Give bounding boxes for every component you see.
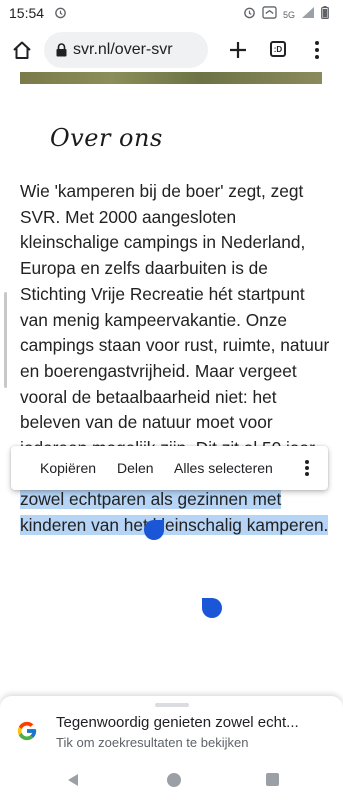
system-nav-bar: [0, 760, 343, 800]
alarm-icon: [54, 6, 67, 24]
search-query-text: Tegenwoordig genieten zowel echt...: [56, 714, 299, 731]
select-all-button[interactable]: Alles selecteren: [174, 460, 273, 476]
copy-button[interactable]: Kopiëren: [40, 460, 96, 476]
browser-toolbar: svr.nl/over-svr :D: [0, 28, 343, 72]
section-title: Over ons: [50, 124, 163, 152]
search-hint-text: Tik om zoekresultaten te bekijken: [56, 735, 249, 750]
battery-icon: [321, 6, 329, 24]
back-icon[interactable]: [66, 773, 80, 792]
tab-switcher-button[interactable]: :D: [270, 41, 286, 57]
url-bar[interactable]: svr.nl/over-svr: [44, 32, 208, 68]
paragraph-text: Wie 'kamperen bij de boer' zegt, zegt SV…: [20, 181, 330, 484]
google-logo-icon: [16, 720, 38, 742]
hero-image: [20, 72, 322, 84]
status-time: 15:54: [9, 5, 45, 21]
wifi-icon: [262, 6, 277, 24]
more-options-icon[interactable]: [310, 40, 324, 60]
scroll-indicator: [4, 292, 7, 388]
selection-start-handle[interactable]: [144, 520, 164, 540]
text-selection-menu: Kopiëren Delen Alles selecteren: [11, 446, 328, 490]
url-text: svr.nl/over-svr: [73, 41, 173, 58]
status-icons: 5G: [243, 6, 329, 24]
home-nav-icon[interactable]: [167, 773, 181, 787]
lock-icon: [56, 43, 67, 57]
status-bar: 15:54 5G: [0, 0, 343, 28]
alarm-icon: [243, 6, 256, 24]
selection-end-handle[interactable]: [202, 598, 222, 618]
recents-icon[interactable]: [266, 773, 279, 786]
sheet-drag-handle[interactable]: [155, 703, 189, 707]
network-type: 5G: [282, 10, 295, 20]
signal-icon: [301, 6, 315, 24]
more-options-icon[interactable]: [300, 458, 314, 478]
share-button[interactable]: Delen: [117, 460, 154, 476]
search-suggestion-sheet[interactable]: Tegenwoordig genieten zowel echt... Tik …: [0, 696, 343, 760]
new-tab-icon[interactable]: [226, 38, 250, 62]
home-icon[interactable]: [11, 39, 33, 61]
